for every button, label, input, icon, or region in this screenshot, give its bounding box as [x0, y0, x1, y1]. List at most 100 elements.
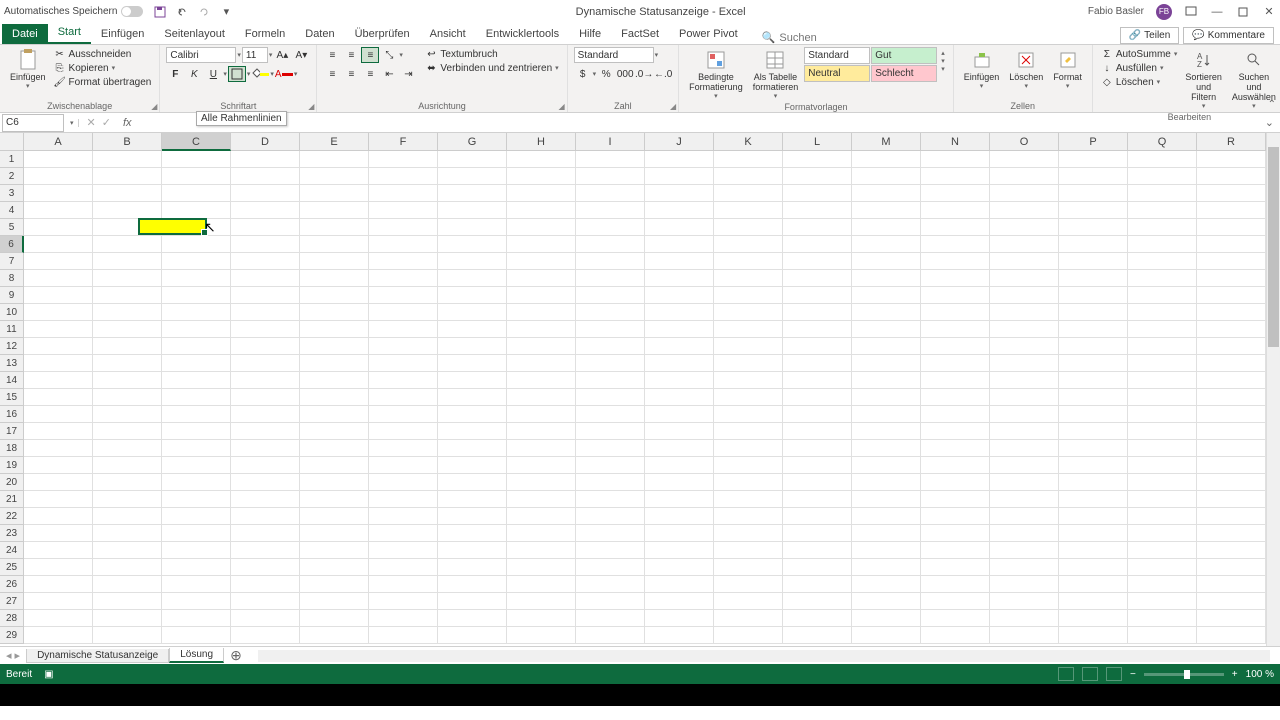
cell[interactable]: [990, 253, 1059, 270]
cell[interactable]: [783, 525, 852, 542]
cell[interactable]: [231, 185, 300, 202]
cell[interactable]: [714, 304, 783, 321]
vscroll-thumb[interactable]: [1268, 147, 1279, 347]
cell[interactable]: [783, 457, 852, 474]
row-header-19[interactable]: 19: [0, 457, 24, 474]
cell[interactable]: [231, 440, 300, 457]
cell[interactable]: [714, 593, 783, 610]
cell[interactable]: [507, 287, 576, 304]
row-header-3[interactable]: 3: [0, 185, 24, 202]
row-header-13[interactable]: 13: [0, 355, 24, 372]
cell[interactable]: [783, 304, 852, 321]
cell[interactable]: [714, 338, 783, 355]
cell[interactable]: [24, 219, 93, 236]
row-header-4[interactable]: 4: [0, 202, 24, 219]
cell[interactable]: [576, 423, 645, 440]
cell[interactable]: [300, 338, 369, 355]
row-header-1[interactable]: 1: [0, 151, 24, 168]
cell[interactable]: [783, 576, 852, 593]
cell[interactable]: [576, 474, 645, 491]
search-box[interactable]: 🔍: [762, 31, 840, 44]
cell[interactable]: [231, 627, 300, 644]
cell[interactable]: [438, 151, 507, 168]
cell[interactable]: [645, 185, 714, 202]
row-header-18[interactable]: 18: [0, 440, 24, 457]
cell[interactable]: [576, 321, 645, 338]
cell[interactable]: [1197, 525, 1266, 542]
cell[interactable]: [507, 355, 576, 372]
cell[interactable]: [576, 576, 645, 593]
cell[interactable]: [300, 372, 369, 389]
cell[interactable]: [645, 287, 714, 304]
cell[interactable]: [921, 542, 990, 559]
cell[interactable]: [300, 525, 369, 542]
cell[interactable]: [714, 355, 783, 372]
cell[interactable]: [714, 151, 783, 168]
format-painter-button[interactable]: 🖌Format übertragen: [52, 75, 154, 89]
cell[interactable]: [300, 202, 369, 219]
cell[interactable]: [921, 372, 990, 389]
cell[interactable]: [1197, 355, 1266, 372]
col-header-A[interactable]: A: [24, 133, 93, 151]
cell[interactable]: [162, 338, 231, 355]
cell[interactable]: [300, 304, 369, 321]
toggle-switch[interactable]: [121, 6, 143, 17]
cell[interactable]: [93, 627, 162, 644]
cell[interactable]: [162, 593, 231, 610]
vertical-scrollbar[interactable]: [1266, 133, 1280, 646]
insert-cells-button[interactable]: Einfügen▾: [960, 47, 1004, 93]
cell[interactable]: [438, 355, 507, 372]
col-header-B[interactable]: B: [93, 133, 162, 151]
cell[interactable]: [93, 202, 162, 219]
cell[interactable]: [300, 321, 369, 338]
cell[interactable]: [714, 406, 783, 423]
cell[interactable]: [438, 185, 507, 202]
cell[interactable]: [921, 287, 990, 304]
cell[interactable]: [576, 525, 645, 542]
cell[interactable]: [1197, 219, 1266, 236]
cell[interactable]: [645, 610, 714, 627]
cell[interactable]: [576, 270, 645, 287]
cell[interactable]: [93, 168, 162, 185]
cell[interactable]: [921, 423, 990, 440]
cell[interactable]: [24, 423, 93, 440]
cell[interactable]: [162, 508, 231, 525]
cell[interactable]: [300, 474, 369, 491]
cell[interactable]: [990, 236, 1059, 253]
font-dialog-launcher[interactable]: ◢: [308, 102, 314, 111]
cell[interactable]: [1128, 423, 1197, 440]
cell[interactable]: [162, 576, 231, 593]
orientation-button[interactable]: ⤡: [380, 47, 398, 63]
cell[interactable]: [990, 542, 1059, 559]
cell[interactable]: [24, 321, 93, 338]
align-right-button[interactable]: ≡: [361, 66, 379, 82]
cell[interactable]: [162, 627, 231, 644]
cell[interactable]: [852, 355, 921, 372]
cell[interactable]: [714, 236, 783, 253]
cell[interactable]: [576, 168, 645, 185]
cell[interactable]: [921, 576, 990, 593]
cell[interactable]: [162, 185, 231, 202]
cell[interactable]: [1197, 304, 1266, 321]
cell[interactable]: [438, 236, 507, 253]
cell[interactable]: [438, 338, 507, 355]
cell[interactable]: [24, 440, 93, 457]
cell[interactable]: [1128, 338, 1197, 355]
cell[interactable]: [438, 270, 507, 287]
cell[interactable]: [24, 542, 93, 559]
row-header-2[interactable]: 2: [0, 168, 24, 185]
delete-cells-button[interactable]: Löschen▾: [1005, 47, 1047, 93]
col-header-F[interactable]: F: [369, 133, 438, 151]
row-header-17[interactable]: 17: [0, 423, 24, 440]
cell[interactable]: [507, 168, 576, 185]
cell[interactable]: [714, 321, 783, 338]
cell[interactable]: [576, 338, 645, 355]
cell[interactable]: [438, 542, 507, 559]
tab-review[interactable]: Überprüfen: [345, 24, 420, 44]
cell[interactable]: [93, 355, 162, 372]
cell[interactable]: [921, 508, 990, 525]
cell[interactable]: [1128, 219, 1197, 236]
cell[interactable]: [1197, 372, 1266, 389]
cell[interactable]: [162, 321, 231, 338]
merge-button[interactable]: ⬌Verbinden und zentrieren▾: [423, 61, 560, 75]
